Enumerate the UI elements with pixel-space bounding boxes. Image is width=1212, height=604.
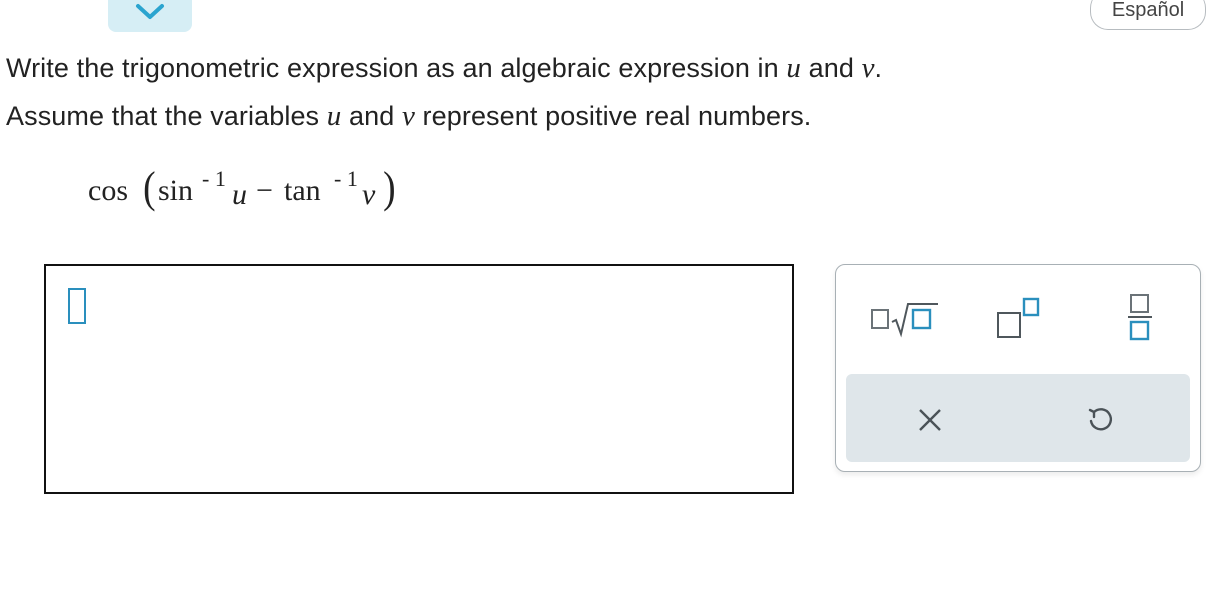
undo-icon: [1088, 408, 1113, 431]
variable-u: u: [326, 100, 342, 132]
sin-function: sin: [158, 174, 194, 207]
instruction-text: .: [874, 53, 883, 83]
collapse-toggle-button[interactable]: [108, 0, 192, 32]
variable-v: v: [861, 52, 875, 84]
instruction-text: Write the trigonometric expression as an…: [6, 53, 787, 83]
instruction-text: and: [341, 101, 402, 131]
clear-button[interactable]: [908, 398, 952, 442]
instruction-text: and: [801, 53, 862, 83]
clear-icon: [919, 409, 941, 431]
instruction-text: Assume that the variables: [6, 101, 327, 131]
instruction-line-2: Assume that the variables u and v repres…: [6, 92, 882, 140]
exponent-button[interactable]: [986, 293, 1050, 341]
math-palette: [835, 264, 1201, 472]
square-root-icon: [871, 303, 938, 338]
instruction-text: represent positive real numbers.: [414, 101, 812, 131]
exponent-icon: [997, 297, 1040, 338]
variable-u: u: [786, 52, 801, 84]
instruction-line-1: Write the trigonometric expression as an…: [6, 44, 882, 92]
cos-function: cos: [88, 174, 128, 207]
open-paren: (: [143, 163, 156, 212]
close-paren: ): [383, 163, 396, 212]
variable-v: v: [401, 100, 415, 132]
variable-v: v: [362, 178, 376, 211]
input-cursor-placeholder: [68, 288, 86, 324]
undo-button[interactable]: [1078, 398, 1122, 442]
palette-action-bar: [846, 374, 1190, 462]
instructions: Write the trigonometric expression as an…: [6, 44, 882, 140]
tan-function: tan: [284, 174, 321, 207]
language-button[interactable]: Español: [1090, 0, 1206, 30]
tan-exponent: - 1: [334, 166, 358, 191]
chevron-down-icon: [136, 4, 164, 19]
fraction-icon: [1128, 294, 1152, 341]
square-root-button[interactable]: [864, 295, 944, 341]
page: Español Write the trigonometric expressi…: [0, 0, 1212, 604]
sin-exponent: - 1: [202, 166, 226, 191]
fraction-button[interactable]: [1110, 289, 1170, 345]
variable-u: u: [232, 178, 247, 211]
minus-sign: −: [256, 174, 273, 207]
answer-input[interactable]: [44, 264, 794, 494]
